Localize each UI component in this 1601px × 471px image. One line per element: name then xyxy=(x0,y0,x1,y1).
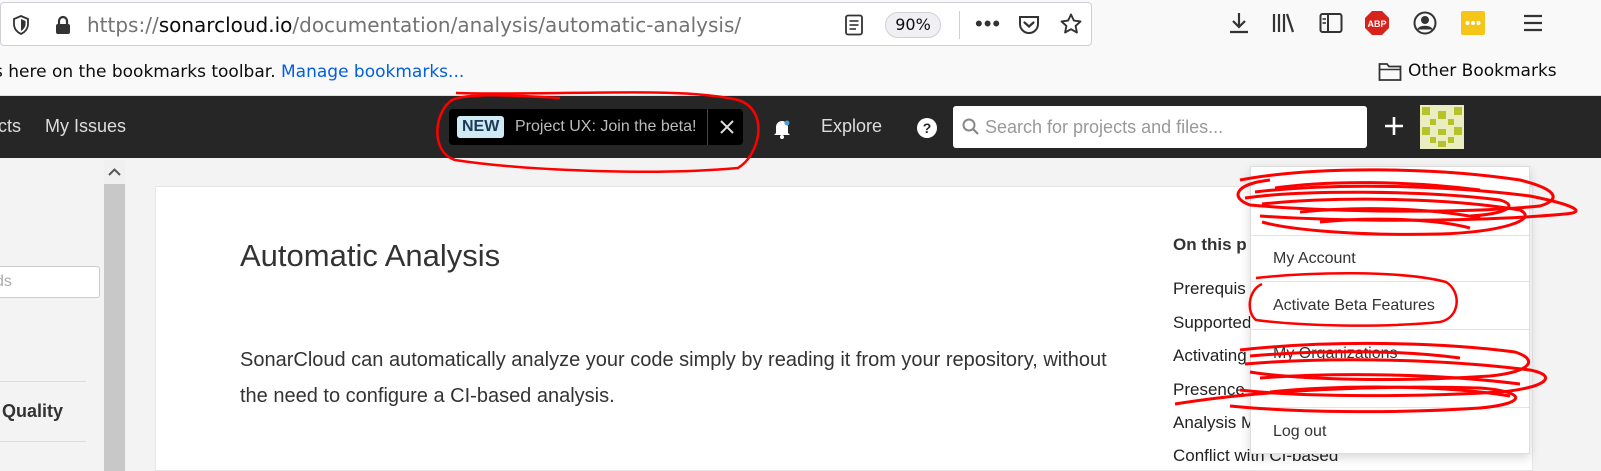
dropdown-divider xyxy=(1251,407,1529,408)
toolbar-separator xyxy=(959,11,960,39)
search-icon xyxy=(962,118,979,135)
library-icon[interactable] xyxy=(1270,10,1296,36)
docs-sidebar xyxy=(0,158,104,471)
activate-beta-link[interactable]: Activate Beta Features xyxy=(1273,297,1435,315)
zoom-level-button[interactable]: 90% xyxy=(885,12,941,38)
lock-icon[interactable] xyxy=(53,15,73,35)
my-account-link[interactable]: My Account xyxy=(1273,250,1356,268)
menu-icon[interactable] xyxy=(1520,10,1546,36)
identicon xyxy=(1420,105,1464,149)
search-box[interactable] xyxy=(953,106,1367,148)
nav-projects[interactable]: cts xyxy=(0,116,21,137)
dropdown-divider xyxy=(1251,235,1529,236)
toc-item[interactable]: Analysis M xyxy=(1173,413,1255,433)
docs-filter-input[interactable]: ds xyxy=(0,266,100,298)
svg-text:ABP: ABP xyxy=(1367,19,1386,29)
chevron-up-icon xyxy=(108,168,121,176)
account-dropdown: My Account Activate Beta Features My Org… xyxy=(1250,166,1530,454)
nav-explore[interactable]: Explore xyxy=(821,116,882,137)
pocket-icon[interactable] xyxy=(1017,13,1041,37)
toc-title: On this p xyxy=(1173,235,1247,254)
beta-announcement[interactable]: NEW Project UX: Join the beta! xyxy=(449,109,743,145)
sidebar-item-quality[interactable]: Quality xyxy=(2,401,63,422)
search-input[interactable] xyxy=(985,106,1361,148)
toc-item[interactable]: Prerequis xyxy=(1173,279,1246,299)
svg-text:?: ? xyxy=(923,120,932,136)
folder-icon xyxy=(1378,63,1402,81)
toc-item[interactable]: Presence xyxy=(1173,380,1245,400)
log-out-link[interactable]: Log out xyxy=(1273,423,1326,441)
intro-paragraph: SonarCloud can automatically analyze you… xyxy=(240,349,1107,407)
plus-icon[interactable] xyxy=(1382,114,1406,138)
address-bar[interactable]: https://sonarcloud.io/documentation/anal… xyxy=(0,2,1092,46)
toc-item[interactable]: Supported xyxy=(1173,313,1251,333)
dropdown-divider xyxy=(1251,281,1529,282)
avatar[interactable] xyxy=(1420,105,1464,149)
manage-bookmarks-link[interactable]: Manage bookmarks... xyxy=(281,62,464,82)
help-icon[interactable]: ? xyxy=(916,117,938,139)
beta-announcement-text[interactable]: Project UX: Join the beta! xyxy=(515,118,696,136)
my-organizations-link[interactable]: My Organizations xyxy=(1273,345,1398,363)
scroll-up-button[interactable] xyxy=(104,160,125,184)
url-text[interactable]: https://sonarcloud.io/documentation/anal… xyxy=(87,13,741,37)
bell-icon[interactable] xyxy=(771,117,793,139)
sidebar-icon[interactable] xyxy=(1318,10,1344,36)
star-icon[interactable] xyxy=(1059,12,1083,36)
page-actions-icon[interactable]: ••• xyxy=(975,11,1001,37)
toc-item[interactable]: Activating xyxy=(1173,346,1247,366)
close-icon[interactable] xyxy=(717,117,737,137)
sidebar-divider xyxy=(0,441,86,442)
new-badge: NEW xyxy=(457,116,505,138)
sidebar-scrollbar[interactable] xyxy=(104,160,125,471)
adblock-icon[interactable]: ABP xyxy=(1364,10,1390,36)
reader-view-icon[interactable] xyxy=(843,14,865,36)
shield-icon[interactable] xyxy=(11,15,31,35)
bookmarks-hint: s here on the bookmarks toolbar. Manage … xyxy=(0,62,465,82)
download-icon[interactable] xyxy=(1226,10,1252,36)
nav-my-issues[interactable]: My Issues xyxy=(45,116,126,137)
sidebar-divider xyxy=(0,381,86,382)
extension-icon[interactable] xyxy=(1460,10,1486,36)
beta-divider xyxy=(707,109,708,145)
page-title: Automatic Analysis xyxy=(240,238,501,273)
browser-toolbar: https://sonarcloud.io/documentation/anal… xyxy=(0,0,1601,48)
bookmarks-toolbar: s here on the bookmarks toolbar. Manage … xyxy=(0,48,1601,96)
dropdown-divider xyxy=(1251,329,1529,330)
account-icon[interactable] xyxy=(1412,10,1438,36)
other-bookmarks-button[interactable]: Other Bookmarks xyxy=(1378,60,1557,82)
